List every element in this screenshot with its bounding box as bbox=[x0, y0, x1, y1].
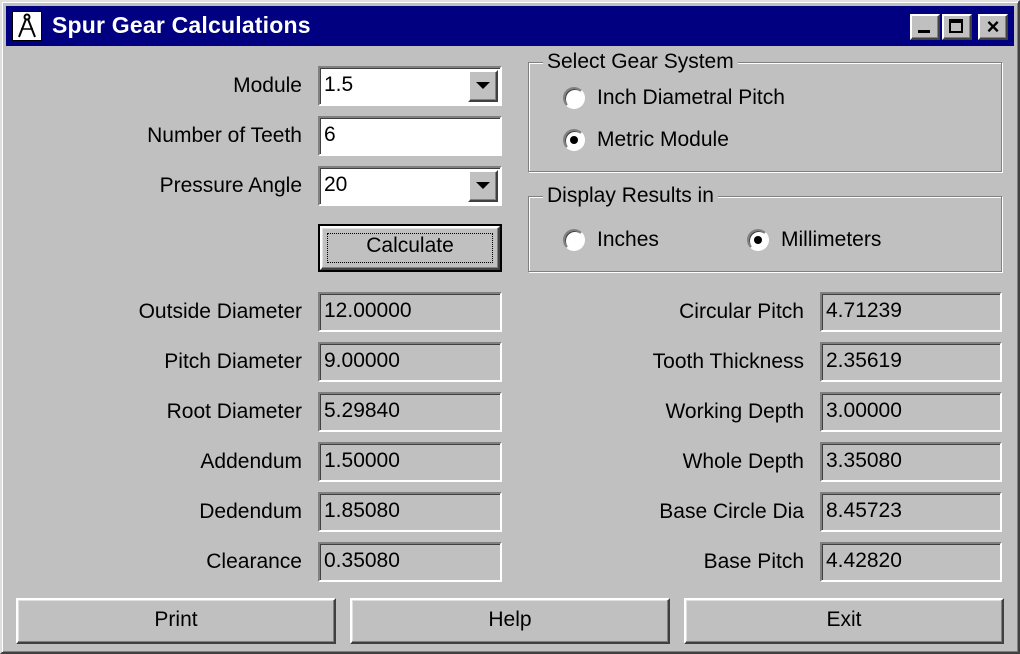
clearance-output: 0.35080 bbox=[318, 542, 502, 582]
module-label: Module bbox=[233, 74, 302, 97]
radio-label: Inches bbox=[597, 228, 659, 251]
base-pitch-output: 4.42820 bbox=[820, 542, 1002, 582]
pressure-angle-dropdown-button[interactable] bbox=[468, 170, 498, 202]
display-units-title: Display Results in bbox=[543, 182, 718, 210]
result-label: Root Diameter bbox=[166, 400, 302, 423]
working-depth-output: 3.00000 bbox=[820, 392, 1002, 432]
minimize-button[interactable] bbox=[910, 14, 940, 40]
dedendum-output: 1.85080 bbox=[318, 492, 502, 532]
close-button[interactable]: × bbox=[978, 14, 1008, 40]
chevron-down-icon bbox=[476, 82, 490, 89]
result-label: Tooth Thickness bbox=[652, 350, 804, 373]
radio-label: Millimeters bbox=[781, 228, 882, 251]
result-label: Dedendum bbox=[199, 500, 302, 523]
help-button[interactable]: Help bbox=[350, 598, 670, 644]
radio-button[interactable] bbox=[563, 229, 585, 251]
tooth-thickness-output: 2.35619 bbox=[820, 342, 1002, 382]
radio-button[interactable] bbox=[747, 229, 769, 251]
module-value: 1.5 bbox=[324, 73, 354, 96]
module-dropdown-button[interactable] bbox=[468, 70, 498, 102]
maximize-icon bbox=[949, 19, 963, 33]
whole-depth-output: 3.35080 bbox=[820, 442, 1002, 482]
compass-icon[interactable] bbox=[12, 11, 42, 41]
exit-button[interactable]: Exit bbox=[684, 598, 1004, 644]
pressure-angle-select[interactable]: 20 bbox=[318, 166, 502, 206]
radio-label: Metric Module bbox=[597, 128, 729, 151]
radio-label: Inch Diametral Pitch bbox=[597, 86, 785, 109]
circular-pitch-output: 4.71239 bbox=[820, 292, 1002, 332]
module-select[interactable]: 1.5 bbox=[318, 66, 502, 106]
result-label: Clearance bbox=[206, 550, 302, 573]
chevron-down-icon bbox=[476, 182, 490, 189]
calculate-button[interactable]: Calculate bbox=[318, 224, 502, 272]
display-units-group: Display Results in Inches Millimeters bbox=[528, 182, 1002, 272]
gear-system-group: Select Gear System Inch Diametral Pitch … bbox=[528, 48, 1002, 172]
result-label: Base Pitch bbox=[703, 550, 804, 573]
addendum-output: 1.50000 bbox=[318, 442, 502, 482]
title-bar[interactable]: Spur Gear Calculations × bbox=[6, 6, 1014, 46]
result-label: Outside Diameter bbox=[138, 300, 302, 323]
root-diameter-output: 5.29840 bbox=[318, 392, 502, 432]
minimize-icon bbox=[918, 30, 930, 33]
outside-diameter-output: 12.00000 bbox=[318, 292, 502, 332]
result-label: Whole Depth bbox=[682, 450, 804, 473]
close-icon: × bbox=[986, 14, 1000, 39]
result-label: Circular Pitch bbox=[679, 300, 804, 323]
teeth-label: Number of Teeth bbox=[147, 124, 302, 147]
pitch-diameter-output: 9.00000 bbox=[318, 342, 502, 382]
result-label: Pitch Diameter bbox=[164, 350, 302, 373]
calculate-label: Calculate bbox=[366, 234, 454, 257]
window-title: Spur Gear Calculations bbox=[52, 12, 311, 38]
teeth-input[interactable]: 6 bbox=[318, 116, 502, 156]
pressure-angle-label: Pressure Angle bbox=[159, 174, 302, 197]
pressure-angle-value: 20 bbox=[324, 173, 348, 196]
print-button[interactable]: Print bbox=[16, 598, 336, 644]
teeth-value: 6 bbox=[324, 123, 336, 146]
radio-button[interactable] bbox=[563, 129, 585, 151]
base-circle-dia-output: 8.45723 bbox=[820, 492, 1002, 532]
gear-system-title: Select Gear System bbox=[543, 48, 738, 76]
result-label: Base Circle Dia bbox=[659, 500, 804, 523]
result-label: Addendum bbox=[200, 450, 302, 473]
result-label: Working Depth bbox=[665, 400, 804, 423]
app-window: Spur Gear Calculations × Module 1.5 Numb… bbox=[0, 0, 1020, 654]
maximize-button[interactable] bbox=[942, 14, 972, 40]
radio-button[interactable] bbox=[563, 87, 585, 109]
